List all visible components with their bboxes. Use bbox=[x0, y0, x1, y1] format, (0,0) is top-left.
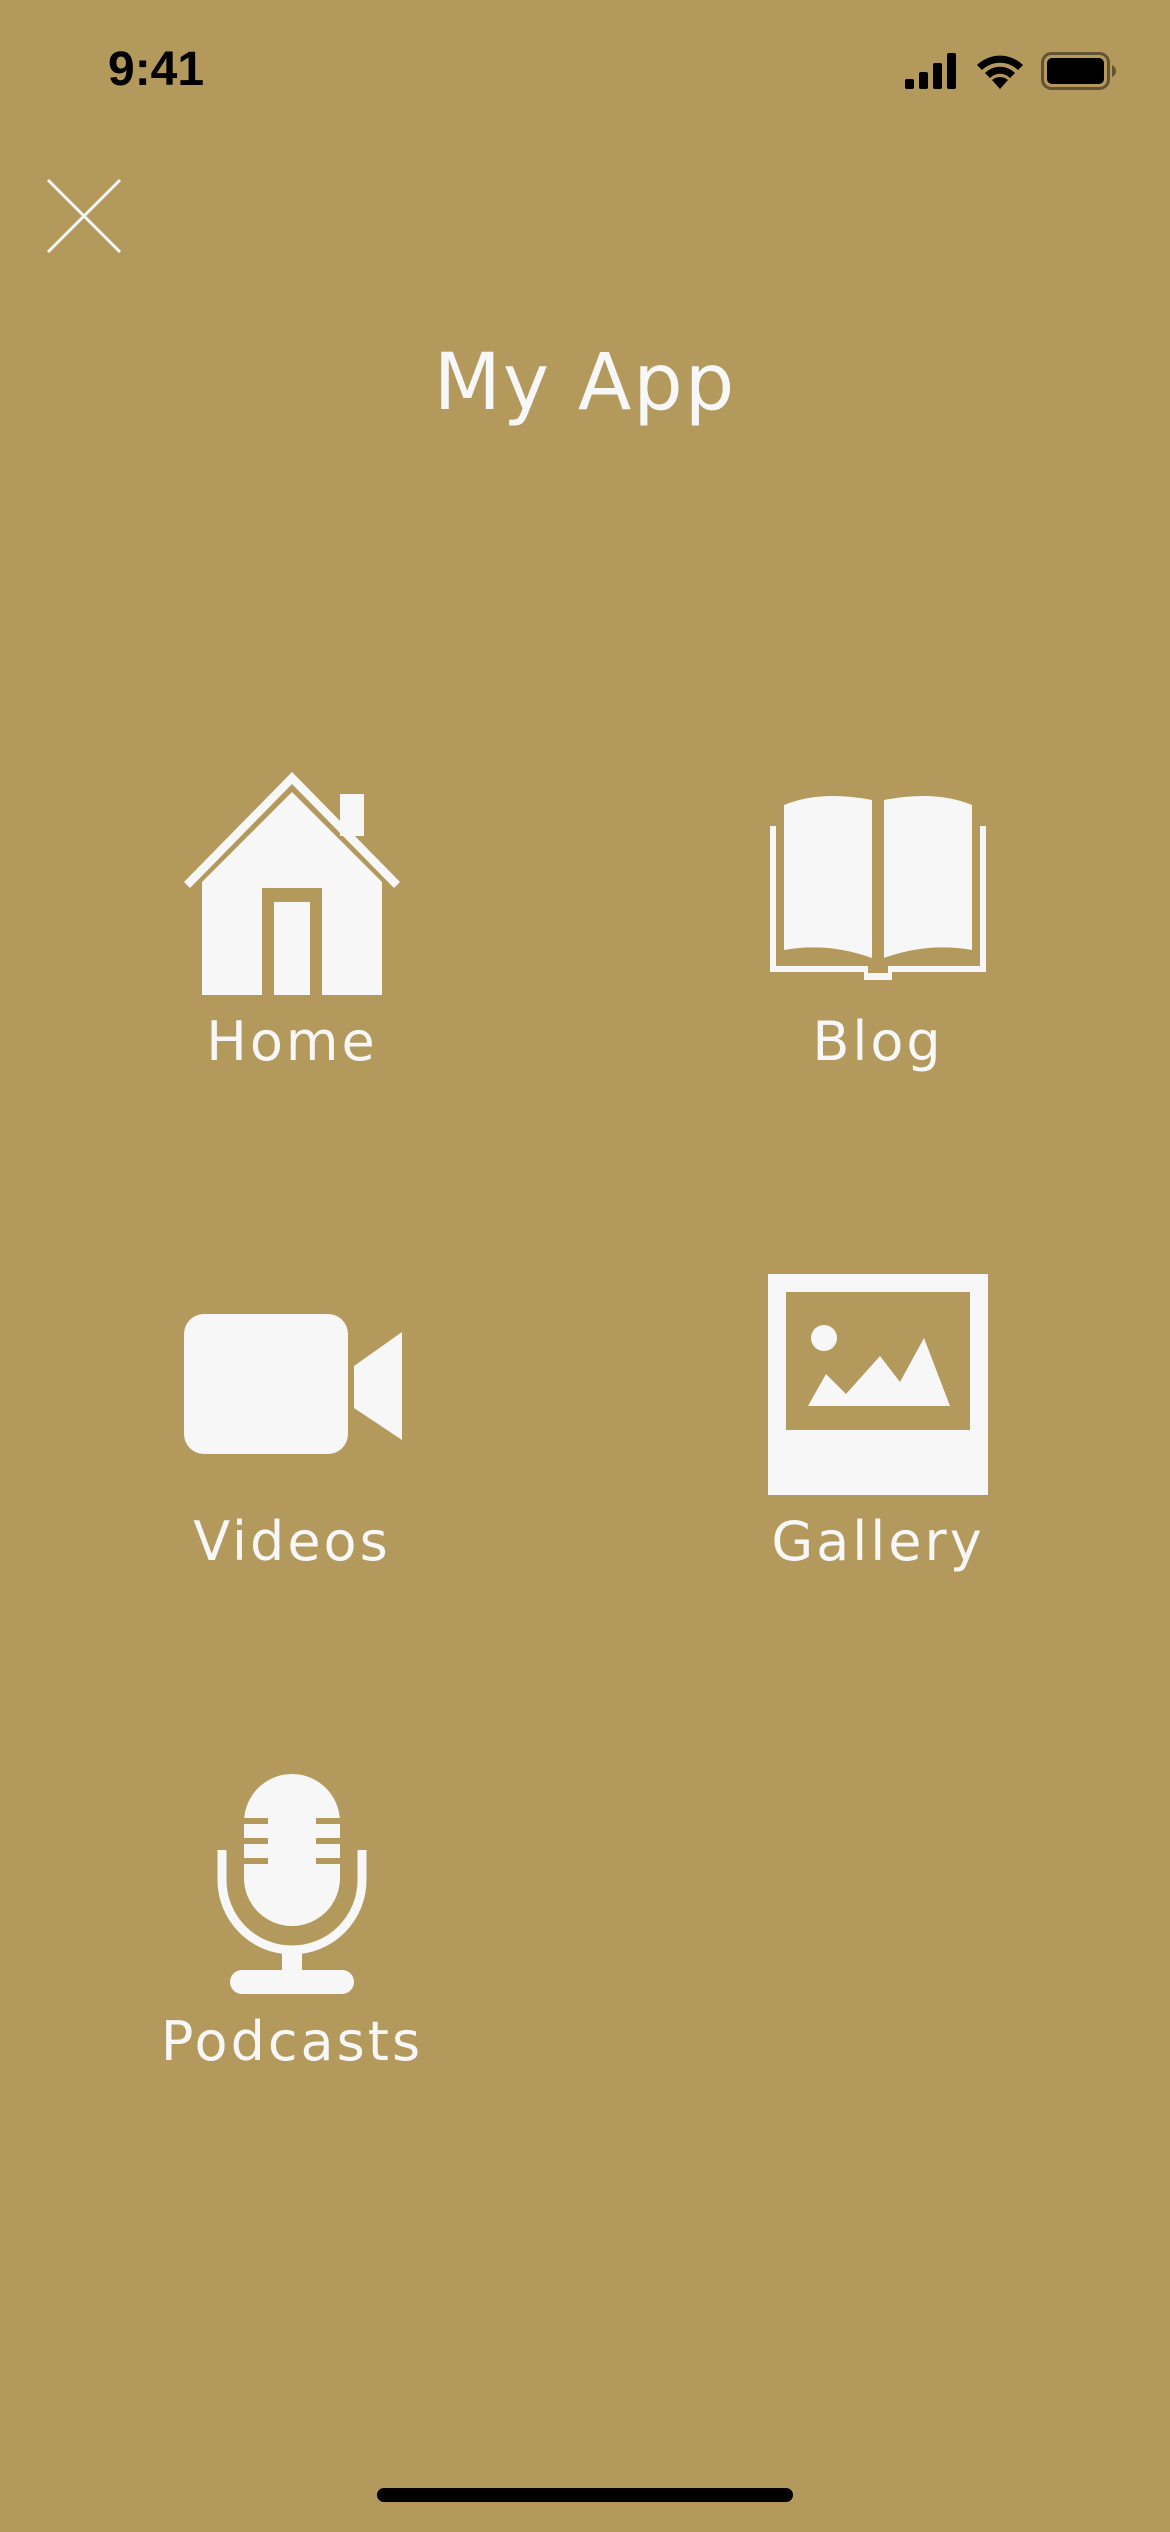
video-camera-icon bbox=[184, 1314, 402, 1454]
picture-icon bbox=[768, 1274, 988, 1495]
nav-item-podcasts[interactable]: Podcasts bbox=[102, 1770, 482, 2110]
nav-item-blog[interactable]: Blog bbox=[688, 770, 1068, 1110]
open-book-icon bbox=[770, 796, 986, 980]
nav-item-gallery[interactable]: Gallery bbox=[688, 1270, 1068, 1610]
nav-label-home: Home bbox=[206, 1010, 378, 1073]
nav-label-podcasts: Podcasts bbox=[160, 2010, 424, 2073]
nav-label-videos: Videos bbox=[193, 1510, 391, 1573]
nav-item-videos[interactable]: Videos bbox=[102, 1270, 482, 1610]
home-indicator[interactable] bbox=[377, 2488, 793, 2502]
nav-item-home[interactable]: Home bbox=[102, 770, 482, 1110]
nav-label-blog: Blog bbox=[812, 1010, 944, 1073]
microphone-icon bbox=[217, 1774, 367, 1994]
nav-grid: Home Blog Videos Gallery Podcasts bbox=[0, 0, 1170, 2532]
house-icon bbox=[184, 772, 400, 995]
nav-label-gallery: Gallery bbox=[771, 1510, 985, 1573]
